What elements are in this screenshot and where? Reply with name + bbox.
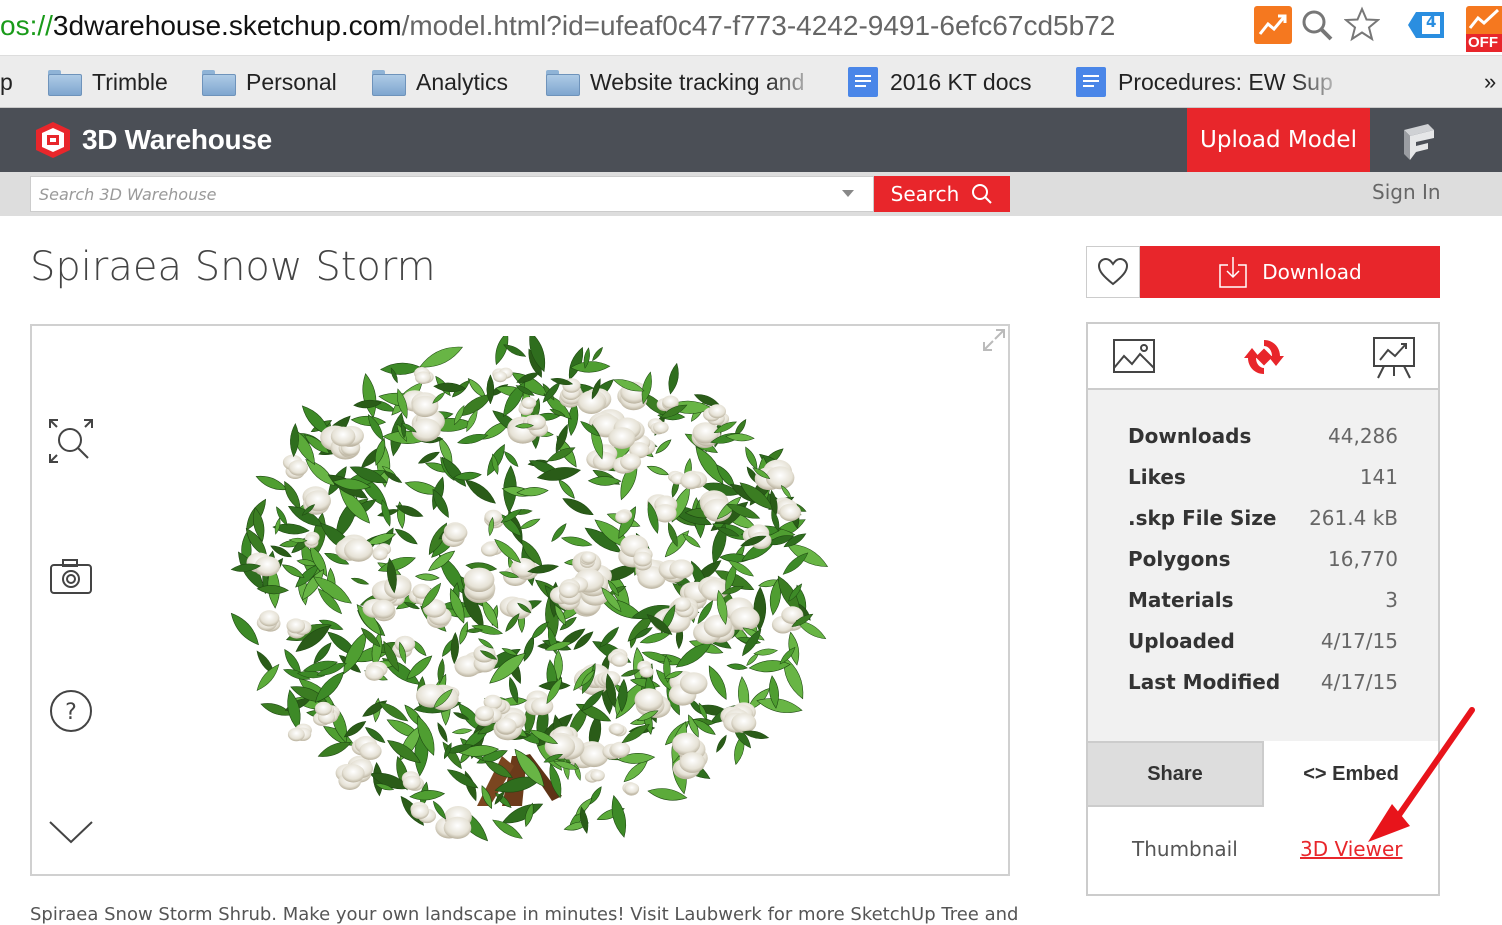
bookmark-folder-analytics[interactable]: Analytics <box>372 64 508 100</box>
search-button-label: Search <box>890 182 960 206</box>
folder-icon <box>48 70 82 96</box>
folder-icon <box>372 70 406 96</box>
bookmark-star-icon[interactable] <box>1342 4 1382 44</box>
stat-likes: Likes 141 <box>1128 465 1398 489</box>
download-button-label: Download <box>1262 260 1362 284</box>
stat-file-size: .skp File Size 261.4 kB <box>1128 506 1398 530</box>
share-embed-tabs: Share <> Embed <box>1088 741 1438 807</box>
site-header: 3D Warehouse Upload Model <box>0 108 1502 172</box>
model-title: Spiraea Snow Storm <box>30 244 436 290</box>
bookmarks-bar: p Trimble Personal Analytics Website tra… <box>0 56 1502 108</box>
tab-count-badge: 4 <box>1426 13 1437 31</box>
zoom-icon[interactable] <box>1298 6 1336 44</box>
3d-view-rotate-icon[interactable] <box>1240 334 1288 380</box>
bookmark-item-partial[interactable]: p <box>0 64 13 100</box>
download-button[interactable]: Download <box>1140 246 1440 298</box>
site-logo[interactable]: 3D Warehouse <box>32 120 272 160</box>
model-info-panel: Downloads 44,286 Likes 141 .skp File Size 2… <box>1086 322 1440 896</box>
site-logo-text: 3D Warehouse <box>82 124 272 155</box>
camera-icon[interactable] <box>48 554 94 600</box>
stat-last-modified: Last Modified 4/17/15 <box>1128 670 1398 694</box>
search-dropdown-caret-icon[interactable] <box>842 190 854 197</box>
bookmark-doc-kt-docs[interactable]: 2016 KT docs <box>848 64 1032 100</box>
url-scheme: os:// <box>0 10 53 41</box>
presentation-chart-icon[interactable] <box>1370 334 1418 380</box>
heart-icon <box>1097 257 1129 286</box>
sign-in-link[interactable]: Sign In <box>1372 180 1441 204</box>
search-input[interactable] <box>30 176 874 212</box>
google-doc-icon <box>848 67 878 97</box>
chevron-down-icon[interactable] <box>48 808 94 854</box>
browser-address-bar[interactable]: os://3dwarehouse.sketchup.com/model.html… <box>0 0 1502 56</box>
stat-downloads: Downloads 44,286 <box>1128 424 1398 448</box>
url-host: 3dwarehouse.sketchup.com <box>52 10 402 41</box>
embed-options: Thumbnail 3D Viewer <box>1088 807 1438 894</box>
sketchup-menu-icon[interactable] <box>1398 122 1438 162</box>
analytics-extension-icon[interactable] <box>1254 6 1292 44</box>
stat-uploaded: Uploaded 4/17/15 <box>1128 629 1398 653</box>
tab-embed[interactable]: <> Embed <box>1264 741 1438 807</box>
image-thumbnail-icon[interactable] <box>1110 334 1158 380</box>
tab-counter-extension-icon[interactable]: 4 <box>1406 8 1446 42</box>
like-button[interactable] <box>1086 246 1140 298</box>
bookmarks-overflow-chevron-icon[interactable]: » <box>1484 64 1496 100</box>
url-text[interactable]: os://3dwarehouse.sketchup.com/model.html… <box>0 6 1115 46</box>
search-icon <box>972 184 993 204</box>
bookmark-folder-personal[interactable]: Personal <box>202 64 337 100</box>
shrub-model-render[interactable] <box>222 336 832 866</box>
download-icon <box>1219 257 1248 288</box>
model-stats-list: Downloads 44,286 Likes 141 .skp File Size 2… <box>1128 424 1398 711</box>
folder-icon <box>202 70 236 96</box>
embed-option-3d-viewer[interactable]: 3D Viewer <box>1300 837 1402 861</box>
url-path: /model.html?id=ufeaf0c47-f773-4242-9491-… <box>401 10 1116 41</box>
tab-share[interactable]: Share <box>1088 741 1264 807</box>
search-bar-row: Search Sign In <box>0 172 1502 216</box>
search-button[interactable]: Search <box>874 176 1010 212</box>
embed-option-thumbnail[interactable]: Thumbnail <box>1132 837 1238 861</box>
bookmark-folder-website-tracking[interactable]: Website tracking and <box>546 64 822 100</box>
stat-polygons: Polygons 16,770 <box>1128 547 1398 571</box>
folder-icon <box>546 70 580 96</box>
svg-text:?: ? <box>65 700 77 725</box>
bookmark-folder-trimble[interactable]: Trimble <box>48 64 168 100</box>
upload-model-button[interactable]: Upload Model <box>1187 108 1370 172</box>
fullscreen-expand-icon[interactable] <box>982 328 1006 352</box>
extension-off-badge: OFF <box>1466 34 1502 52</box>
bookmark-doc-procedures[interactable]: Procedures: EW Sup <box>1076 64 1348 100</box>
view-mode-tabs <box>1088 324 1438 390</box>
help-icon[interactable]: ? <box>48 688 94 734</box>
model-description: Spiraea Snow Storm Shrub. Make your own … <box>30 904 1019 925</box>
zoom-extents-icon[interactable] <box>48 418 94 464</box>
model-3d-viewer[interactable]: ? <box>30 324 1010 876</box>
google-doc-icon <box>1076 67 1106 97</box>
warehouse-logo-icon <box>36 122 70 158</box>
stat-materials: Materials 3 <box>1128 588 1398 612</box>
tracker-extension-icon[interactable]: OFF <box>1466 6 1502 52</box>
